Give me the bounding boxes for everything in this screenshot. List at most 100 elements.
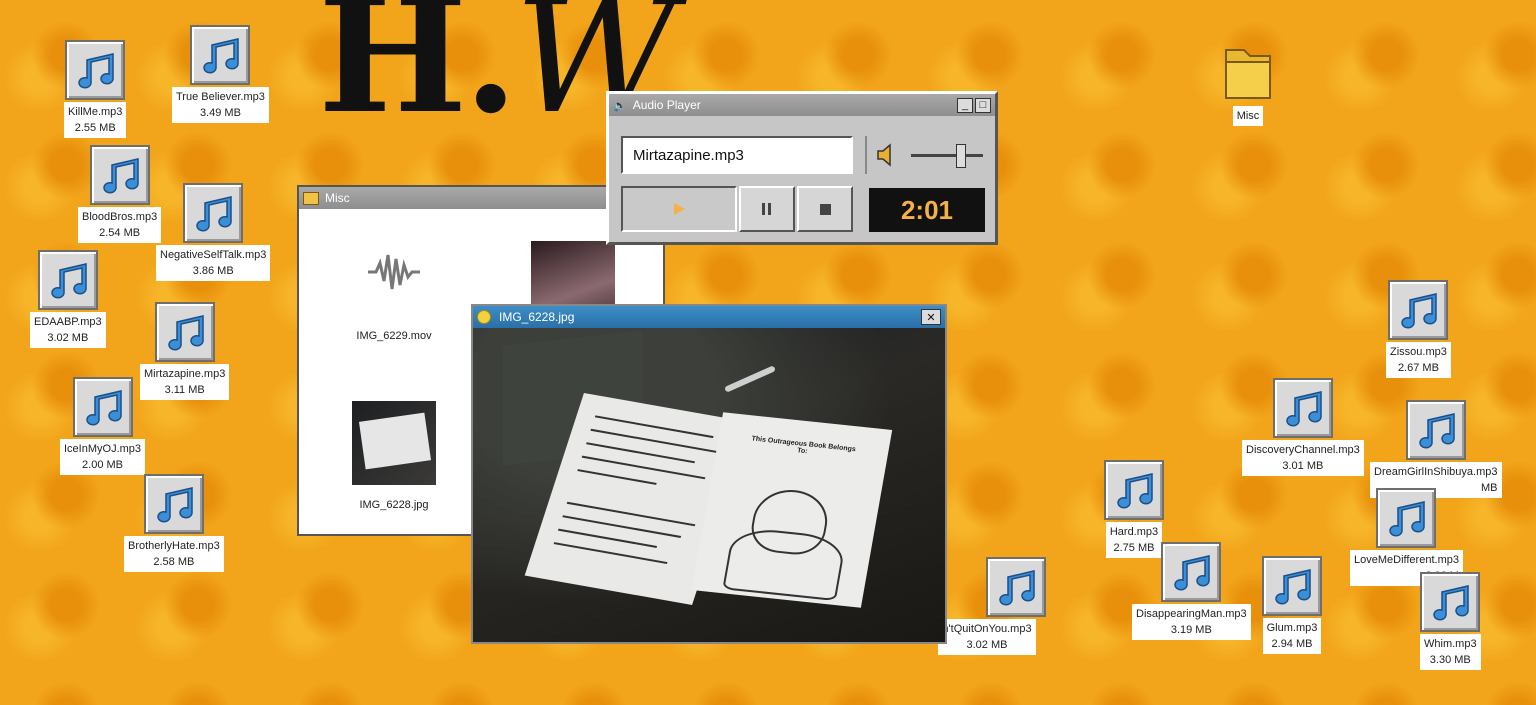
desktop-icon-glum[interactable]: Glum.mp3 2.94 MB	[1262, 556, 1322, 654]
image-thumbnail	[352, 401, 436, 485]
file-size: 3.02 MB	[966, 639, 1008, 651]
music-file-icon	[72, 377, 133, 437]
music-file-icon	[1161, 542, 1222, 602]
file-name: n'tQuitOnYou.mp3	[942, 623, 1032, 635]
desktop-icon-iceinmyoj[interactable]: IceInMyOJ.mp3 2.00 MB	[60, 377, 146, 475]
file-size: 3.86 MB	[192, 265, 234, 277]
music-file-icon	[1376, 488, 1437, 548]
window-title: Audio Player	[632, 98, 701, 112]
music-file-icon	[986, 557, 1046, 617]
file-name: BrotherlyHate.mp3	[128, 540, 220, 552]
stop-button[interactable]	[797, 186, 853, 232]
folder-icon	[1225, 49, 1271, 99]
audio-player-titlebar[interactable]: 🔈 Audio Player _ □	[609, 94, 995, 116]
file-name: IMG_6229.mov	[356, 330, 432, 342]
volume-thumb[interactable]	[956, 144, 966, 168]
file-name: True Believer.mp3	[176, 91, 265, 103]
music-file-icon	[1420, 572, 1481, 632]
file-size: 3.30 MB	[1429, 654, 1471, 666]
file-size: 2.54 MB	[99, 227, 141, 239]
music-file-icon	[1272, 378, 1333, 438]
music-file-icon	[190, 25, 251, 85]
desktop-icon-dreamgirlinshibuya[interactable]: DreamGirlInShibuya.mp3 MB	[1370, 400, 1502, 498]
image-viewer-titlebar[interactable]: IMG_6228.jpg ✕	[473, 306, 945, 328]
file-size: 3.49 MB	[199, 107, 241, 119]
file-size: 2.00 MB	[82, 459, 123, 471]
desktop-icon-disappearingman[interactable]: DisappearingMan.mp3 3.19 MB	[1132, 542, 1251, 640]
smiley-icon	[477, 310, 491, 324]
file-name: Whim.mp3	[1424, 638, 1477, 650]
track-display: Mirtazapine.mp3	[621, 136, 853, 174]
file-size: 2.94 MB	[1271, 638, 1313, 650]
desktop-icon-brotherlyhate[interactable]: BrotherlyHate.mp3 2.58 MB	[124, 474, 224, 572]
file-name: Mirtazapine.mp3	[144, 368, 226, 380]
music-file-icon	[1388, 280, 1449, 340]
music-file-icon	[89, 145, 150, 205]
file-name: KillMe.mp3	[68, 106, 123, 118]
stop-icon	[819, 203, 831, 215]
file-name: DreamGirlInShibuya.mp3	[1374, 466, 1498, 478]
file-item-jpg[interactable]: IMG_6228.jpg	[339, 401, 449, 511]
window-title: IMG_6228.jpg	[499, 310, 575, 324]
volume-track[interactable]	[911, 154, 983, 157]
music-file-icon	[1262, 556, 1322, 616]
file-size: 2.58 MB	[153, 556, 195, 568]
desktop-icon-bloodbros[interactable]: BloodBros.mp3 2.54 MB	[78, 145, 162, 243]
file-item-mov[interactable]: IMG_6229.mov	[339, 249, 449, 342]
volume-control[interactable]	[865, 136, 989, 174]
file-name: DisappearingMan.mp3	[1136, 608, 1247, 620]
music-file-icon	[183, 183, 244, 243]
waveform-icon	[368, 254, 420, 290]
desktop: H.W. KillMe.mp3 2.55 MB True Believer.mp3…	[0, 0, 1536, 705]
play-button[interactable]	[621, 186, 737, 232]
minimize-button[interactable]: _	[957, 97, 973, 113]
music-file-icon	[37, 250, 98, 310]
file-name: BloodBros.mp3	[82, 211, 158, 223]
file-name: Misc	[1232, 106, 1264, 126]
pen	[724, 365, 776, 393]
file-size: 2.67 MB	[1397, 362, 1439, 374]
desktop-icon-zissou[interactable]: Zissou.mp3 2.67 MB	[1386, 280, 1451, 378]
desktop-icon-whim[interactable]: Whim.mp3 3.30 MB	[1420, 572, 1481, 670]
file-name: IMG_6228.jpg	[359, 499, 429, 511]
file-name: LoveMeDifferent.mp3	[1354, 554, 1459, 566]
file-size: 2.55 MB	[74, 122, 116, 134]
file-name: IceInMyOJ.mp3	[64, 443, 142, 455]
file-name: Zissou.mp3	[1390, 346, 1447, 358]
desktop-icon-edaabp[interactable]: EDAABP.mp3 3.02 MB	[30, 250, 106, 348]
desktop-icon-killme[interactable]: KillMe.mp3 2.55 MB	[64, 40, 127, 138]
folder-icon	[303, 191, 319, 205]
desktop-icon-negativeselftalk[interactable]: NegativeSelfTalk.mp3 3.86 MB	[156, 183, 271, 281]
speaker-icon: 🔈	[613, 99, 627, 112]
file-size: 3.01 MB	[1282, 460, 1324, 472]
desktop-icon-true-believer[interactable]: True Believer.mp3 3.49 MB	[172, 25, 269, 123]
music-file-icon	[143, 474, 204, 534]
file-name: Hard.mp3	[1109, 526, 1159, 538]
audio-player-window: 🔈 Audio Player _ □ Mirtazapine.mp3 2:01	[606, 91, 998, 245]
book-right-page: This Outrageous Book Belongs To:	[691, 412, 893, 608]
pause-button[interactable]	[739, 186, 795, 232]
desktop-icon-discoverychannel[interactable]: DiscoveryChannel.mp3 3.01 MB	[1242, 378, 1364, 476]
file-name: Glum.mp3	[1266, 622, 1318, 634]
volume-icon	[877, 143, 891, 167]
file-size: 3.19 MB	[1170, 624, 1212, 636]
file-name: NegativeSelfTalk.mp3	[160, 249, 267, 261]
book-heading: This Outrageous Book Belongs To:	[750, 435, 857, 456]
pause-icon	[762, 203, 771, 215]
desktop-icon-mirtazapine[interactable]: Mirtazapine.mp3 3.11 MB	[140, 302, 230, 400]
play-icon	[674, 203, 685, 215]
close-button[interactable]: ✕	[921, 309, 941, 325]
file-name: EDAABP.mp3	[34, 316, 102, 328]
music-file-icon	[65, 40, 126, 100]
file-name: DiscoveryChannel.mp3	[1246, 444, 1360, 456]
image-viewer-window: IMG_6228.jpg ✕ This Outrageous Book Belo…	[471, 304, 947, 644]
window-title: Misc	[325, 191, 350, 205]
file-size: 3.02 MB	[47, 332, 89, 344]
music-file-icon	[1104, 460, 1164, 520]
file-size: 3.11 MB	[164, 384, 205, 396]
music-file-icon	[1405, 400, 1466, 460]
maximize-button[interactable]: □	[975, 97, 991, 113]
photo: This Outrageous Book Belongs To:	[473, 328, 945, 642]
time-display: 2:01	[869, 188, 985, 232]
desktop-folder-misc[interactable]: Misc	[1220, 40, 1276, 126]
